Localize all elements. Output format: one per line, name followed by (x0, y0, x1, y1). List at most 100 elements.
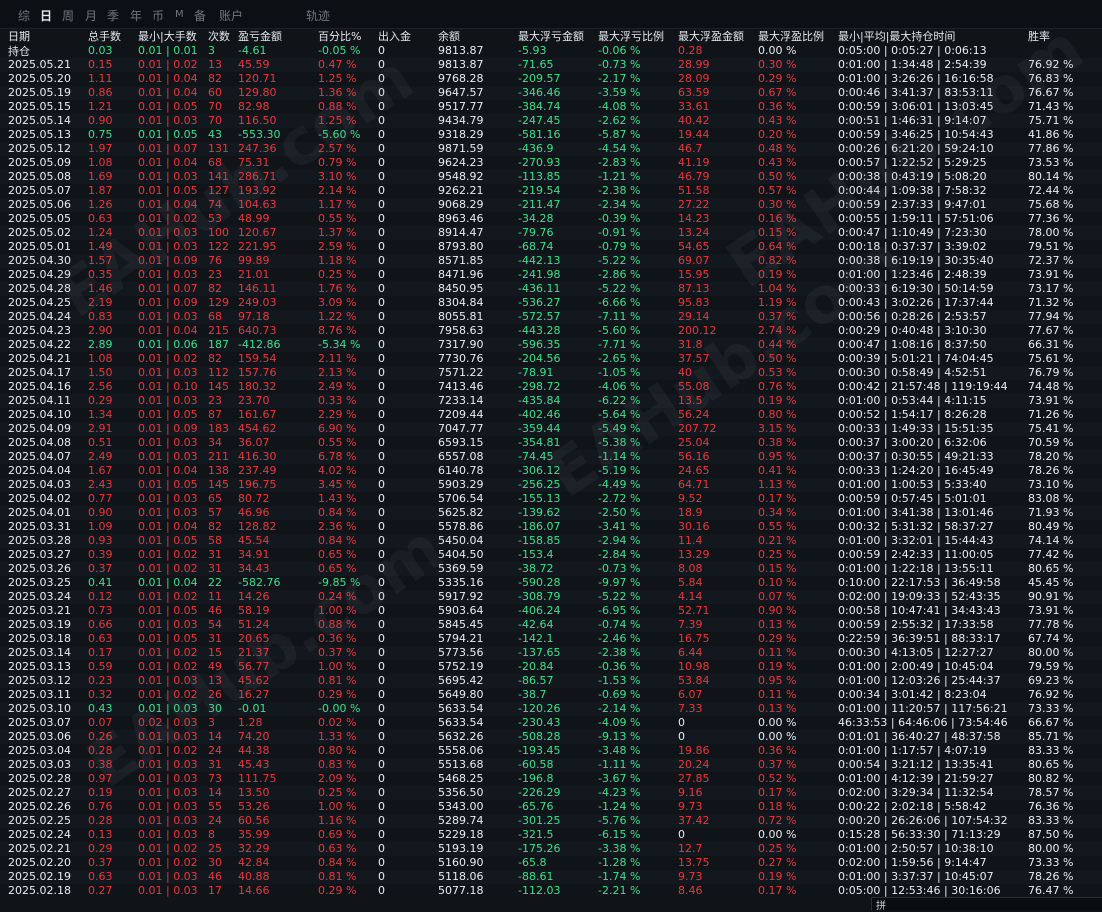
cell-col-8: -155.13 (518, 492, 561, 505)
open-position-row[interactable]: 0.03 0.01 | 0.01 3 -4.61 -0.05 % 0 9813.87 -5.9… (0, 44, 1102, 58)
cell-col-3: 76 (208, 254, 222, 267)
tab-8[interactable]: 备 (194, 7, 206, 24)
column-header-5[interactable]: 百分比% (318, 29, 361, 44)
table-row[interactable]: 2025.04.22 2.89 0.01 | 0.06 187 -412.86 -5.34… (0, 338, 1102, 352)
table-row[interactable]: 2025.04.01 0.90 0.01 | 0.03 57 46.96 0.84 % 0 5… (0, 506, 1102, 520)
table-row[interactable]: 2025.04.04 1.67 0.01 | 0.04 138 237.49 4.02 %… (0, 464, 1102, 478)
table-row[interactable]: 2025.02.26 0.76 0.01 | 0.03 55 53.26 1.00 % 0 5… (0, 800, 1102, 814)
table-row[interactable]: 2025.03.28 0.93 0.01 | 0.05 58 45.54 0.84 % 0 5… (0, 534, 1102, 548)
table-row[interactable]: 2025.03.31 1.09 0.01 | 0.04 82 128.82 2.36 % 0… (0, 520, 1102, 534)
table-row[interactable]: 2025.03.04 0.28 0.01 | 0.02 24 44.38 0.80 % 0 5… (0, 744, 1102, 758)
column-header-9[interactable]: 最大浮亏比例 (598, 29, 664, 44)
tab-2[interactable]: 周 (62, 7, 74, 24)
tab-4[interactable]: 季 (107, 7, 119, 24)
tab-9[interactable]: 账户 (219, 7, 243, 24)
cell-col-0: 2025.04.30 (8, 254, 71, 267)
tab-7[interactable]: M (175, 9, 184, 20)
column-header-12[interactable]: 最小|平均|最大持仓时间 (838, 29, 955, 44)
column-header-2[interactable]: 最小|大手数 (138, 29, 197, 44)
table-row[interactable]: 2025.04.21 1.08 0.01 | 0.02 82 159.54 2.11 % 0… (0, 352, 1102, 366)
table-row[interactable]: 2025.02.20 0.37 0.01 | 0.02 30 42.84 0.84 % 0 5… (0, 856, 1102, 870)
cell-col-5: 1.00 % (318, 660, 357, 673)
table-row[interactable]: 2025.03.13 0.59 0.01 | 0.02 49 56.77 1.00 % 0 5… (0, 660, 1102, 674)
tab-1[interactable]: 日 (40, 7, 52, 24)
table-row[interactable]: 2025.04.17 1.50 0.01 | 0.03 112 157.76 2.13 %… (0, 366, 1102, 380)
table-row[interactable]: 2025.04.02 0.77 0.01 | 0.03 65 80.72 1.43 % 0 5… (0, 492, 1102, 506)
table-row[interactable]: 2025.04.23 2.90 0.01 | 0.04 215 640.73 8.76 %… (0, 324, 1102, 338)
table-row[interactable]: 2025.03.11 0.32 0.01 | 0.02 26 16.27 0.29 % 0 5… (0, 688, 1102, 702)
cell-col-10: 8.08 (678, 562, 703, 575)
table-row[interactable]: 2025.05.09 1.08 0.01 | 0.04 68 75.31 0.79 % 0 9… (0, 156, 1102, 170)
table-row[interactable]: 2025.02.21 0.29 0.01 | 0.02 25 32.29 0.63 % 0 5… (0, 842, 1102, 856)
table-row[interactable]: 2025.03.12 0.23 0.01 | 0.03 13 45.62 0.81 % 0 5… (0, 674, 1102, 688)
table-row[interactable]: 2025.05.13 0.75 0.01 | 0.05 43 -553.30 -5.60 … (0, 128, 1102, 142)
table-row[interactable]: 2025.02.19 0.63 0.01 | 0.03 46 40.88 0.81 % 0 5… (0, 870, 1102, 884)
table-row[interactable]: 2025.03.24 0.12 0.01 | 0.02 11 14.26 0.24 % 0 5… (0, 590, 1102, 604)
tab-3[interactable]: 月 (85, 7, 97, 24)
column-header-0[interactable]: 日期 (8, 29, 30, 44)
table-row[interactable]: 2025.03.14 0.17 0.01 | 0.02 15 21.37 0.37 % 0 5… (0, 646, 1102, 660)
table-row[interactable]: 2025.05.08 1.69 0.01 | 0.03 141 286.71 3.10 %… (0, 170, 1102, 184)
table-row[interactable]: 2025.03.18 0.63 0.01 | 0.05 31 20.65 0.36 % 0 5… (0, 632, 1102, 646)
tab-0[interactable]: 综 (18, 7, 30, 24)
tab-5[interactable]: 年 (130, 7, 142, 24)
table-row[interactable]: 2025.04.08 0.51 0.01 | 0.03 34 36.07 0.55 % 0 6… (0, 436, 1102, 450)
table-row[interactable]: 2025.05.12 1.97 0.01 | 0.07 131 247.36 2.57 %… (0, 142, 1102, 156)
cell-col-13: 79.59 % (1028, 660, 1074, 673)
table-row[interactable]: 2025.04.10 1.34 0.01 | 0.05 87 161.67 2.29 % 0… (0, 408, 1102, 422)
table-row[interactable]: 2025.02.18 0.27 0.01 | 0.03 17 14.66 0.29 % 0 5… (0, 884, 1102, 898)
column-header-10[interactable]: 最大浮盈金额 (678, 29, 744, 44)
column-header-4[interactable]: 盈亏金额 (238, 29, 282, 44)
table-row[interactable]: 2025.03.03 0.38 0.01 | 0.03 31 45.43 0.83 % 0 5… (0, 758, 1102, 772)
table-row[interactable]: 2025.03.21 0.73 0.01 | 0.05 46 58.19 1.00 % 0 5… (0, 604, 1102, 618)
table-row[interactable]: 2025.04.07 2.49 0.01 | 0.03 211 416.30 6.78 %… (0, 450, 1102, 464)
table-row[interactable]: 2025.02.28 0.97 0.01 | 0.03 73 111.75 2.09 % 0… (0, 772, 1102, 786)
cell-col-9: -1.05 % (598, 366, 641, 379)
cell-col-10: 56.16 (678, 450, 710, 463)
column-header-1[interactable]: 总手数 (88, 29, 121, 44)
table-row[interactable]: 2025.03.26 0.37 0.01 | 0.02 31 34.43 0.65 % 0 5… (0, 562, 1102, 576)
column-header-13[interactable]: 胜率 (1028, 29, 1050, 44)
table-row[interactable]: 2025.05.20 1.11 0.01 | 0.04 82 120.71 1.25 % 0… (0, 72, 1102, 86)
column-header-3[interactable]: 次数 (208, 29, 230, 44)
table-row[interactable]: 2025.04.29 0.35 0.01 | 0.03 23 21.01 0.25 % 0 8… (0, 268, 1102, 282)
cell-col-1: 0.17 (88, 646, 113, 659)
cell-col-7: 7209.44 (438, 408, 484, 421)
table-row[interactable]: 2025.03.06 0.26 0.01 | 0.03 14 74.20 1.33 % 0 5… (0, 730, 1102, 744)
table-row[interactable]: 2025.04.24 0.83 0.01 | 0.03 68 97.18 1.22 % 0 8… (0, 310, 1102, 324)
table-row[interactable]: 2025.05.07 1.87 0.01 | 0.05 127 193.92 2.14 %… (0, 184, 1102, 198)
table-row[interactable]: 2025.04.11 0.29 0.01 | 0.03 23 23.70 0.33 % 0 7… (0, 394, 1102, 408)
table-row[interactable]: 2025.02.27 0.19 0.01 | 0.03 14 13.50 0.25 % 0 5… (0, 786, 1102, 800)
table-row[interactable]: 2025.05.21 0.15 0.01 | 0.02 13 45.59 0.47 % 0 9… (0, 58, 1102, 72)
column-header-11[interactable]: 最大浮盈比例 (758, 29, 824, 44)
table-row[interactable]: 2025.05.19 0.86 0.01 | 0.04 60 129.80 1.36 % 0… (0, 86, 1102, 100)
table-row[interactable]: 2025.05.05 0.63 0.01 | 0.02 53 48.99 0.55 % 0 8… (0, 212, 1102, 226)
table-row[interactable]: 2025.05.02 1.24 0.01 | 0.03 100 120.67 1.37 %… (0, 226, 1102, 240)
cell-col-12: 0:00:38 | 0:43:19 | 5:08:20 (838, 170, 987, 183)
cell-col-8: -139.62 (518, 506, 561, 519)
column-header-6[interactable]: 出入金 (378, 29, 411, 44)
table-row[interactable]: 2025.04.30 1.57 0.01 | 0.09 76 99.89 1.18 % 0 8… (0, 254, 1102, 268)
table-row[interactable]: 2025.05.15 1.21 0.01 | 0.05 70 82.98 0.88 % 0 9… (0, 100, 1102, 114)
column-header-8[interactable]: 最大浮亏金额 (518, 29, 584, 44)
table-row[interactable]: 2025.05.01 1.49 0.01 | 0.03 122 221.95 2.59 %… (0, 240, 1102, 254)
table-row[interactable]: 2025.02.24 0.13 0.01 | 0.03 8 35.99 0.69 % 0 52… (0, 828, 1102, 842)
cell-col-1: 0.13 (88, 828, 113, 841)
table-row[interactable]: 2025.03.27 0.39 0.01 | 0.02 31 34.91 0.65 % 0 5… (0, 548, 1102, 562)
table-row[interactable]: 2025.03.07 0.07 0.02 | 0.03 3 1.28 0.02 % 0 563… (0, 716, 1102, 730)
table-row[interactable]: 2025.04.16 2.56 0.01 | 0.10 145 180.32 2.49 %… (0, 380, 1102, 394)
table-row[interactable]: 2025.04.03 2.43 0.01 | 0.05 145 196.75 3.45 %… (0, 478, 1102, 492)
table-row[interactable]: 2025.05.14 0.90 0.01 | 0.03 70 116.50 1.25 % 0… (0, 114, 1102, 128)
tab-6[interactable]: 币 (152, 7, 164, 24)
table-row[interactable]: 2025.03.10 0.43 0.01 | 0.03 30 -0.01 -0.00 % 0… (0, 702, 1102, 716)
table-row[interactable]: 2025.03.25 0.41 0.01 | 0.04 22 -582.76 -9.85 … (0, 576, 1102, 590)
table-row[interactable]: 2025.05.06 1.26 0.01 | 0.04 74 104.63 1.17 % 0… (0, 198, 1102, 212)
table-row[interactable]: 2025.04.25 2.19 0.01 | 0.09 129 249.03 3.09 %… (0, 296, 1102, 310)
tab-10[interactable]: 轨迹 (306, 7, 330, 24)
cell-col-4: 32.29 (238, 842, 270, 855)
table-row[interactable]: 2025.04.28 1.46 0.01 | 0.07 82 146.11 1.76 % 0… (0, 282, 1102, 296)
column-header-7[interactable]: 余额 (438, 29, 460, 44)
table-row[interactable]: 2025.02.25 0.28 0.01 | 0.03 24 60.56 1.16 % 0 5… (0, 814, 1102, 828)
table-row[interactable]: 2025.03.19 0.66 0.01 | 0.03 54 51.24 0.88 % 0 5… (0, 618, 1102, 632)
table-row[interactable]: 2025.04.09 2.91 0.01 | 0.09 183 454.62 6.90 %… (0, 422, 1102, 436)
